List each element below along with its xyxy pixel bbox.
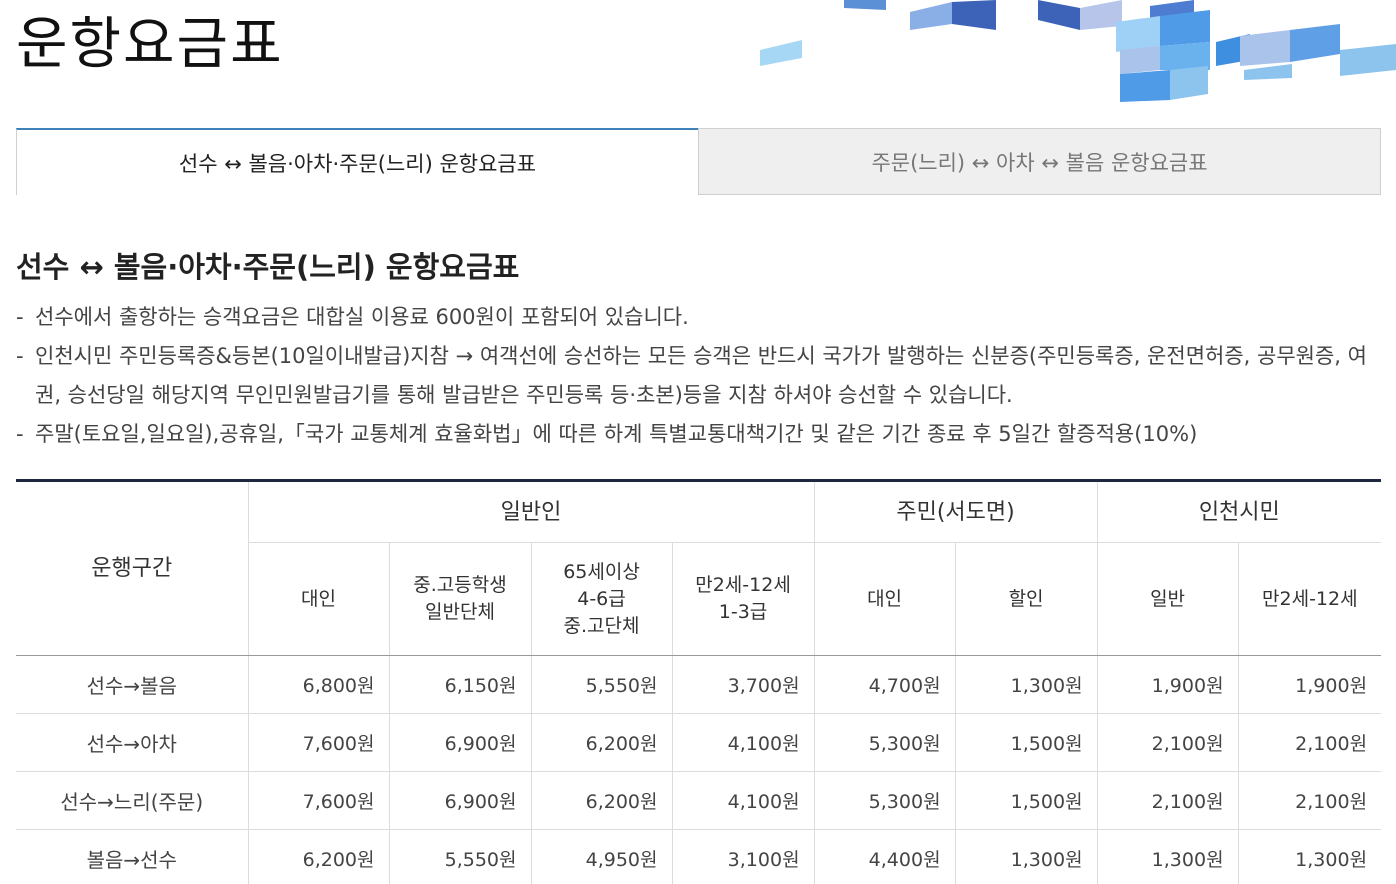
subheader-senior-disabled: 65세이상 4-6급 중.고단체 <box>531 542 673 656</box>
price-cell: 1,300원 <box>955 655 1098 714</box>
price-cell: 1,300원 <box>1238 829 1382 884</box>
price-cell: 4,400원 <box>814 829 956 884</box>
price-cell: 4,950원 <box>531 829 673 884</box>
table-row: 선수→느리(주문) 7,600원 6,900원 6,200원 4,100원 5,… <box>16 771 1382 830</box>
price-cell: 7,600원 <box>248 771 390 830</box>
notice-item: 주말(토요일,일요일),공휴일,「국가 교통체계 효율화법」에 따른 하계 특별… <box>16 415 1381 454</box>
price-cell: 7,600원 <box>248 713 390 772</box>
subheader-adult: 대인 <box>248 542 390 656</box>
route-cell: 선수→볼음 <box>16 655 249 714</box>
notice-item: 선수에서 출항하는 승객요금은 대합실 이용료 600원이 포함되어 있습니다. <box>16 298 1381 337</box>
price-cell: 1,300원 <box>955 829 1098 884</box>
price-cell: 6,200원 <box>531 771 673 830</box>
price-cell: 1,300원 <box>1097 829 1239 884</box>
price-cell: 6,900원 <box>389 771 532 830</box>
price-cell: 6,150원 <box>389 655 532 714</box>
route-header: 운행구간 <box>16 480 249 656</box>
table-row: 선수→볼음 6,800원 6,150원 5,550원 3,700원 4,700원… <box>16 655 1382 714</box>
route-cell: 볼음→선수 <box>16 829 249 884</box>
price-cell: 6,800원 <box>248 655 390 714</box>
fare-table: 운행구간 일반인 주민(서도면) 인천시민 대인 중.고등학생 일반단체 65세이… <box>16 479 1382 884</box>
group-header-residents: 주민(서도면) <box>814 480 1098 543</box>
price-cell: 3,700원 <box>672 655 815 714</box>
price-cell: 4,100원 <box>672 713 815 772</box>
notice-item: 인천시민 주민등록증&등본(10일이내발급)지참 → 여객선에 승선하는 모든 … <box>16 337 1381 415</box>
price-cell: 1,900원 <box>1097 655 1239 714</box>
table-row: 선수→아차 7,600원 6,900원 6,200원 4,100원 5,300원… <box>16 713 1382 772</box>
header-decoration <box>760 0 1396 102</box>
price-cell: 5,300원 <box>814 771 956 830</box>
page-title: 운항요금표 <box>16 12 284 77</box>
price-cell: 4,700원 <box>814 655 956 714</box>
price-cell: 5,550원 <box>531 655 673 714</box>
route-cell: 선수→아차 <box>16 713 249 772</box>
price-cell: 5,550원 <box>389 829 532 884</box>
section-title: 선수 ↔ 볼음·아차·주문(느리) 운항요금표 <box>16 250 520 284</box>
notice-list: 선수에서 출항하는 승객요금은 대합실 이용료 600원이 포함되어 있습니다.… <box>16 298 1381 454</box>
price-cell: 1,500원 <box>955 713 1098 772</box>
subheader-resident-adult: 대인 <box>814 542 956 656</box>
price-cell: 1,900원 <box>1238 655 1382 714</box>
price-cell: 3,100원 <box>672 829 815 884</box>
subheader-citizen-child: 만2세-12세 <box>1238 542 1382 656</box>
price-cell: 2,100원 <box>1238 713 1382 772</box>
price-cell: 2,100원 <box>1097 713 1239 772</box>
price-cell: 6,200원 <box>248 829 390 884</box>
tab-jumun-achar-boleum[interactable]: 주문(느리) ↔ 아차 ↔ 볼음 운항요금표 <box>698 128 1381 195</box>
subheader-child-disabled: 만2세-12세 1-3급 <box>672 542 815 656</box>
group-header-incheon-citizens: 인천시민 <box>1097 480 1382 543</box>
price-cell: 2,100원 <box>1238 771 1382 830</box>
price-cell: 6,200원 <box>531 713 673 772</box>
price-cell: 5,300원 <box>814 713 956 772</box>
price-cell: 2,100원 <box>1097 771 1239 830</box>
price-cell: 6,900원 <box>389 713 532 772</box>
subheader-citizen-general: 일반 <box>1097 542 1239 656</box>
tab-bar: 선수 ↔ 볼음·아차·주문(느리) 운항요금표 주문(느리) ↔ 아차 ↔ 볼음… <box>16 128 1381 195</box>
subheader-resident-discount: 할인 <box>955 542 1098 656</box>
tab-seonsu-to-islands[interactable]: 선수 ↔ 볼음·아차·주문(느리) 운항요금표 <box>16 128 698 195</box>
route-cell: 선수→느리(주문) <box>16 771 249 830</box>
subheader-student-group: 중.고등학생 일반단체 <box>389 542 532 656</box>
table-row: 볼음→선수 6,200원 5,550원 4,950원 3,100원 4,400원… <box>16 829 1382 884</box>
price-cell: 1,500원 <box>955 771 1098 830</box>
price-cell: 4,100원 <box>672 771 815 830</box>
group-header-general: 일반인 <box>248 480 815 543</box>
